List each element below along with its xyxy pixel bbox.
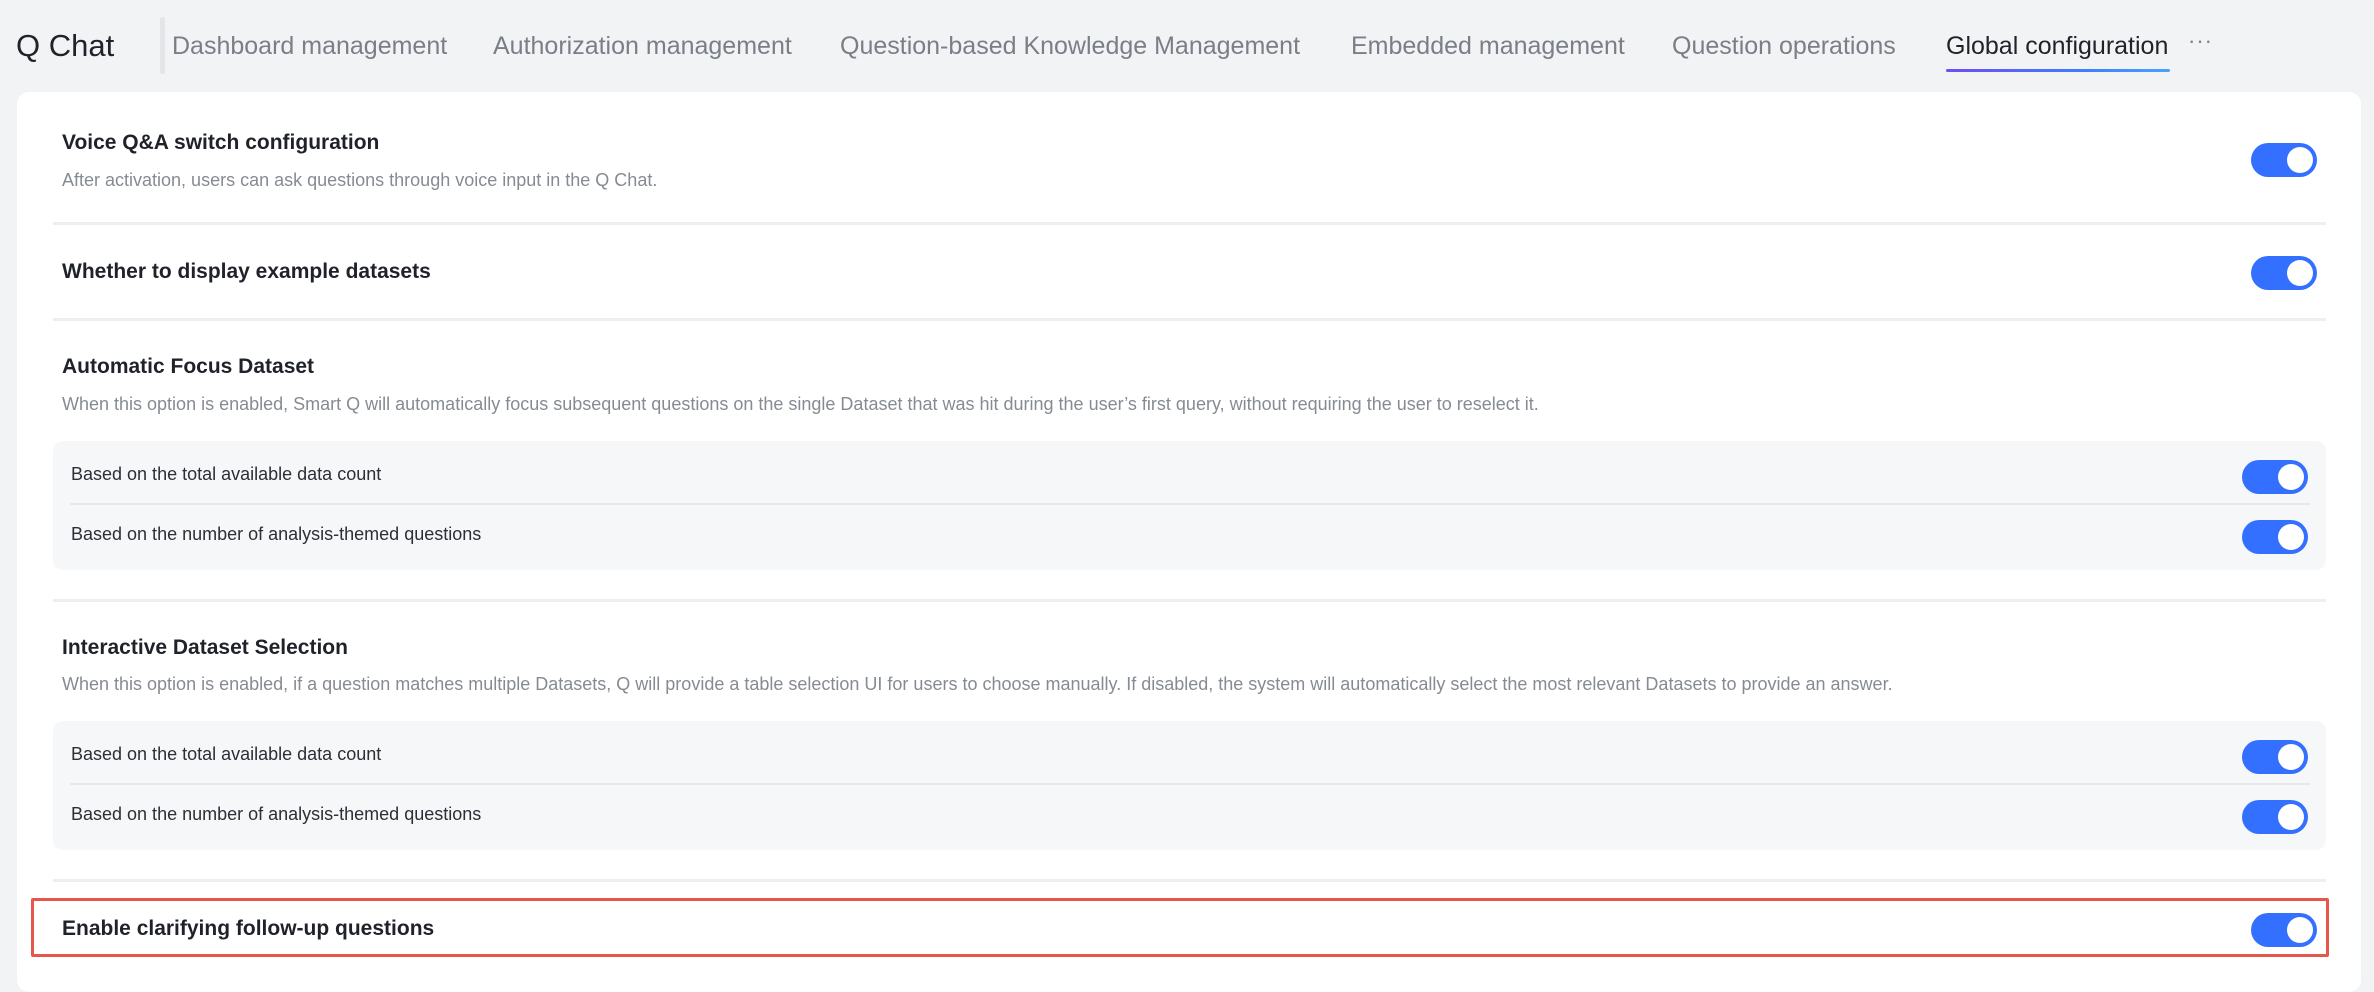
ellipsis-icon[interactable]: ···: [2188, 28, 2213, 54]
toggle-knob: [2287, 260, 2313, 286]
auto-focus-description: When this option is enabled, Smart Q wil…: [62, 394, 1539, 414]
tab-question-operations[interactable]: Question operations: [1672, 30, 1896, 62]
interactive-option-analysis-label: Based on the number of analysis-themed q…: [71, 804, 482, 824]
example-datasets-title: Whether to display example datasets: [62, 260, 431, 283]
brand-divider: [160, 17, 165, 74]
toggle-knob: [2278, 524, 2304, 550]
voice-qa-title: Voice Q&A switch configuration: [62, 131, 380, 154]
auto-focus-options: Based on the total available data count …: [53, 441, 2326, 570]
section-divider: [53, 222, 2326, 225]
section-divider: [53, 599, 2326, 602]
auto-focus-option-analysis-label: Based on the number of analysis-themed q…: [71, 524, 482, 544]
tab-authorization-management[interactable]: Authorization management: [493, 30, 792, 62]
interactive-option-data-count-label: Based on the total available data count: [71, 744, 382, 764]
tab-embedded-management[interactable]: Embedded management: [1351, 30, 1625, 62]
active-tab-indicator: [1946, 69, 2170, 72]
toggle-knob: [2278, 804, 2304, 830]
interactive-selection-description: When this option is enabled, if a questi…: [62, 674, 1893, 694]
clarifying-followup-title: Enable clarifying follow-up questions: [62, 917, 435, 940]
interactive-data-count-toggle[interactable]: [2242, 740, 2308, 774]
auto-focus-option-data-count-label: Based on the total available data count: [71, 464, 382, 484]
tab-global-configuration[interactable]: Global configuration: [1946, 30, 2168, 62]
top-nav: Q Chat Dashboard management Authorizatio…: [0, 0, 2374, 92]
auto-focus-title: Automatic Focus Dataset: [62, 355, 315, 378]
option-divider: [70, 503, 2310, 505]
auto-focus-analysis-toggle[interactable]: [2242, 520, 2308, 554]
option-divider: [70, 783, 2310, 785]
interactive-selection-title: Interactive Dataset Selection: [62, 636, 348, 659]
section-divider: [53, 318, 2326, 321]
tab-dashboard-management[interactable]: Dashboard management: [172, 30, 447, 62]
toggle-knob: [2287, 917, 2313, 943]
example-datasets-toggle[interactable]: [2251, 256, 2317, 290]
toggle-knob: [2278, 744, 2304, 770]
voice-qa-description: After activation, users can ask question…: [62, 170, 658, 190]
voice-qa-toggle[interactable]: [2251, 143, 2317, 177]
interactive-selection-options: Based on the total available data count …: [53, 721, 2326, 850]
toggle-knob: [2278, 464, 2304, 490]
toggle-knob: [2287, 147, 2313, 173]
interactive-analysis-toggle[interactable]: [2242, 800, 2308, 834]
tab-question-knowledge-management[interactable]: Question-based Knowledge Management: [840, 30, 1300, 62]
clarifying-followup-toggle[interactable]: [2251, 913, 2317, 947]
auto-focus-data-count-toggle[interactable]: [2242, 460, 2308, 494]
section-divider: [53, 879, 2326, 882]
app-title: Q Chat: [16, 28, 115, 63]
